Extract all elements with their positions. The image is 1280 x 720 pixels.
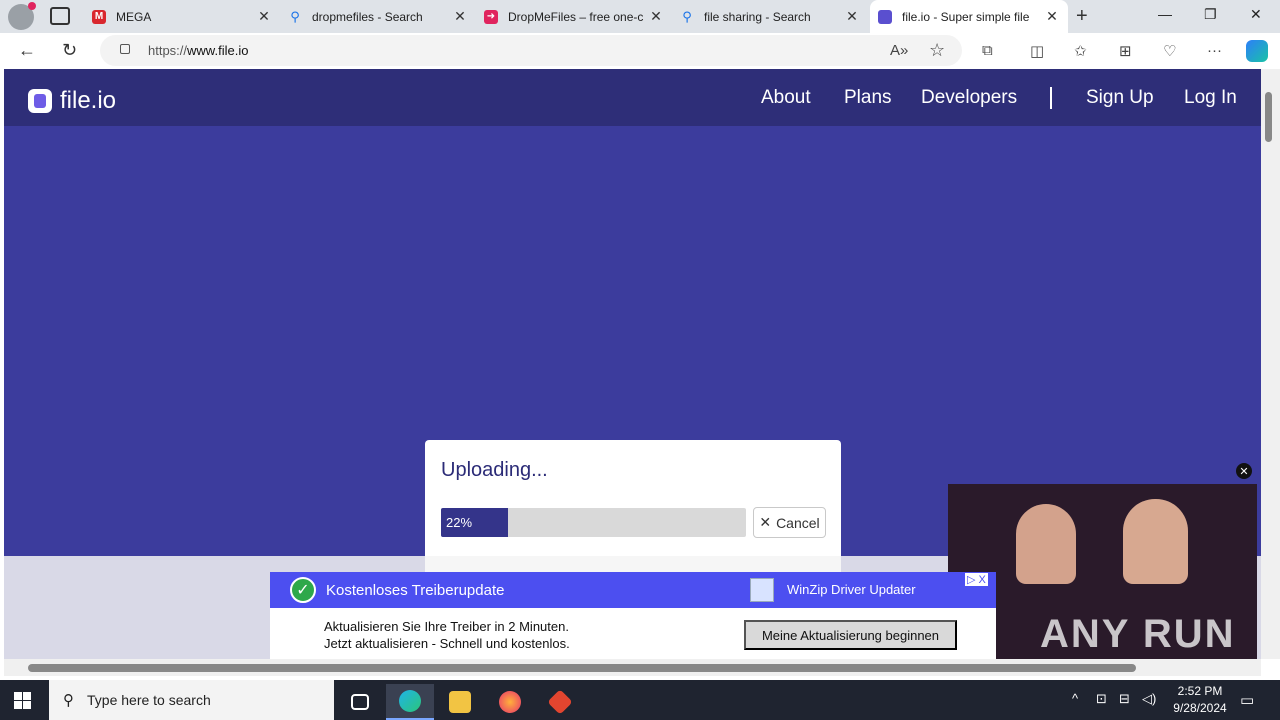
site-header: file.io About Plans Developers Sign Up L… bbox=[4, 69, 1261, 126]
scrollbar-thumb[interactable] bbox=[1265, 92, 1272, 142]
favorites-icon[interactable]: ✩ bbox=[1074, 42, 1087, 60]
ad-header: ✓ Kostenloses Treiberupdate WinZip Drive… bbox=[270, 572, 996, 608]
lock-icon[interactable] bbox=[120, 44, 130, 54]
ad-body-line: Aktualisieren Sie Ihre Treiber in 2 Minu… bbox=[324, 619, 569, 634]
file-explorer-icon[interactable] bbox=[436, 684, 484, 720]
ad-banner[interactable]: ✓ Kostenloses Treiberupdate WinZip Drive… bbox=[270, 572, 996, 660]
windows-taskbar: ⚲ Type here to search ^ ⊡ ⊟ ◁) 2:52 PM 9… bbox=[0, 680, 1280, 720]
split-screen-icon[interactable]: ◫ bbox=[1030, 42, 1044, 60]
task-view-icon[interactable] bbox=[336, 684, 384, 720]
nav-plans[interactable]: Plans bbox=[844, 87, 892, 109]
search-icon: ⚲ bbox=[682, 8, 692, 24]
url-host: www.file.io bbox=[187, 43, 249, 58]
close-window-icon[interactable]: ✕ bbox=[1250, 6, 1262, 23]
page-viewport: file.io About Plans Developers Sign Up L… bbox=[4, 69, 1261, 659]
extensions-icon[interactable]: ⧉ bbox=[982, 42, 993, 59]
tab-title: dropmefiles - Search bbox=[312, 9, 423, 24]
clock-time: 2:52 PM bbox=[1177, 684, 1223, 698]
tab-dropmefiles[interactable]: ➜ DropMeFiles – free one-c ✕ bbox=[476, 0, 672, 33]
ad-cta-button[interactable]: Meine Aktualisierung beginnen bbox=[744, 620, 957, 650]
nav-divider bbox=[1050, 87, 1052, 109]
new-tab-plus-icon[interactable]: + bbox=[1076, 5, 1088, 28]
edge-taskbar-icon[interactable] bbox=[386, 684, 434, 720]
read-aloud-icon[interactable]: A» bbox=[890, 42, 908, 59]
more-menu-icon[interactable]: ··· bbox=[1207, 42, 1222, 59]
search-icon: ⚲ bbox=[290, 8, 300, 24]
fileio-logo-icon bbox=[28, 89, 52, 113]
video-person-right bbox=[1123, 499, 1188, 584]
tab-title: file.io - Super simple file bbox=[902, 9, 1030, 24]
upload-progress-fill: 22% bbox=[441, 508, 509, 537]
scrollbar-thumb[interactable] bbox=[28, 664, 1136, 672]
ad-brand: WinZip Driver Updater bbox=[787, 582, 916, 597]
tab-close-icon[interactable]: ✕ bbox=[452, 8, 468, 25]
profile-avatar[interactable] bbox=[8, 2, 36, 30]
tab-title: MEGA bbox=[116, 9, 152, 24]
network-icon[interactable]: ⊟ bbox=[1119, 691, 1130, 707]
winzip-driver-updater-icon bbox=[750, 578, 774, 602]
tab-title: file sharing - Search bbox=[704, 9, 811, 24]
fileio-icon bbox=[878, 9, 892, 24]
tray-device-icon[interactable]: ⊡ bbox=[1096, 691, 1107, 707]
address-bar[interactable]: https://www.file.io A» ☆ bbox=[100, 35, 962, 66]
tab-close-icon[interactable]: ✕ bbox=[256, 8, 272, 25]
mega-icon: M bbox=[92, 9, 106, 24]
upload-progress-bar: 22% bbox=[441, 508, 746, 537]
browser-essentials-icon[interactable]: ♡ bbox=[1163, 42, 1176, 60]
search-icon: ⚲ bbox=[63, 692, 74, 709]
windows-start-icon[interactable] bbox=[14, 692, 31, 709]
browser-tab-strip: M MEGA ✕ ⚲ dropmefiles - Search ✕ ➜ Drop… bbox=[0, 0, 1280, 33]
anyrun-watermark: ANY RUN bbox=[1040, 612, 1236, 656]
vertical-scrollbar[interactable] bbox=[1261, 69, 1280, 659]
search-placeholder: Type here to search bbox=[87, 692, 211, 708]
nav-developers[interactable]: Developers bbox=[921, 87, 1017, 109]
nav-about[interactable]: About bbox=[761, 87, 811, 109]
back-arrow-icon[interactable]: ← bbox=[18, 40, 36, 61]
firefox-icon[interactable] bbox=[486, 684, 534, 720]
security-app-icon[interactable] bbox=[536, 684, 584, 720]
refresh-icon[interactable]: ↻ bbox=[62, 40, 77, 61]
tab-title: DropMeFiles – free one-c bbox=[508, 9, 644, 24]
favorite-star-icon[interactable]: ☆ bbox=[929, 40, 945, 61]
ad-title: Kostenloses Treiberupdate bbox=[326, 582, 505, 599]
tab-close-icon[interactable]: ✕ bbox=[648, 8, 664, 25]
taskbar-clock[interactable]: 2:52 PM 9/28/2024 bbox=[1160, 683, 1240, 717]
taskbar-search-box[interactable]: ⚲ Type here to search bbox=[49, 680, 334, 720]
cancel-upload-button[interactable]: ✕ Cancel bbox=[753, 507, 826, 538]
tray-overflow-icon[interactable]: ^ bbox=[1072, 691, 1078, 706]
tab-close-icon[interactable]: ✕ bbox=[844, 8, 860, 25]
checkmark-icon: ✓ bbox=[290, 577, 316, 603]
nav-sign-up[interactable]: Sign Up bbox=[1086, 87, 1154, 109]
notifications-icon[interactable]: ▭ bbox=[1240, 691, 1254, 709]
logo-text: file.io bbox=[60, 87, 117, 114]
video-close-icon[interactable]: ✕ bbox=[1236, 463, 1252, 479]
volume-icon[interactable]: ◁) bbox=[1142, 691, 1156, 707]
restore-icon[interactable]: ❐ bbox=[1204, 6, 1217, 23]
ad-body: Aktualisieren Sie Ihre Treiber in 2 Minu… bbox=[324, 618, 570, 652]
minimize-icon[interactable]: — bbox=[1158, 6, 1172, 22]
cancel-label: Cancel bbox=[776, 514, 820, 531]
browser-toolbar: ← ↻ https://www.file.io A» ☆ ⧉ ◫ ✩ ⊞ ♡ ·… bbox=[0, 33, 1280, 69]
tab-close-icon[interactable]: ✕ bbox=[1044, 8, 1060, 25]
url-text[interactable]: https://www.file.io bbox=[148, 43, 248, 58]
fileio-logo[interactable]: file.io bbox=[28, 87, 116, 115]
url-scheme: https:// bbox=[148, 43, 188, 58]
video-person-left bbox=[1016, 504, 1076, 584]
tab-mega[interactable]: M MEGA ✕ bbox=[84, 0, 280, 33]
clock-date: 9/28/2024 bbox=[1173, 701, 1227, 715]
close-icon: ✕ bbox=[759, 514, 772, 530]
tab-fileio[interactable]: file.io - Super simple file ✕ bbox=[870, 0, 1068, 33]
tab-file-sharing-search[interactable]: ⚲ file sharing - Search ✕ bbox=[672, 0, 868, 33]
workspaces-icon[interactable] bbox=[50, 7, 70, 25]
ad-body-line: Jetzt aktualisieren - Schnell und kosten… bbox=[324, 636, 570, 651]
ad-choices-icon[interactable]: ▷ X bbox=[965, 573, 988, 586]
tab-dropmefiles-search[interactable]: ⚲ dropmefiles - Search ✕ bbox=[280, 0, 476, 33]
horizontal-scrollbar[interactable] bbox=[4, 659, 1261, 676]
collections-icon[interactable]: ⊞ bbox=[1119, 42, 1132, 60]
dropmefiles-icon: ➜ bbox=[484, 9, 498, 24]
nav-log-in[interactable]: Log In bbox=[1184, 87, 1237, 109]
copilot-icon[interactable] bbox=[1246, 40, 1268, 62]
upload-title: Uploading... bbox=[441, 459, 548, 481]
